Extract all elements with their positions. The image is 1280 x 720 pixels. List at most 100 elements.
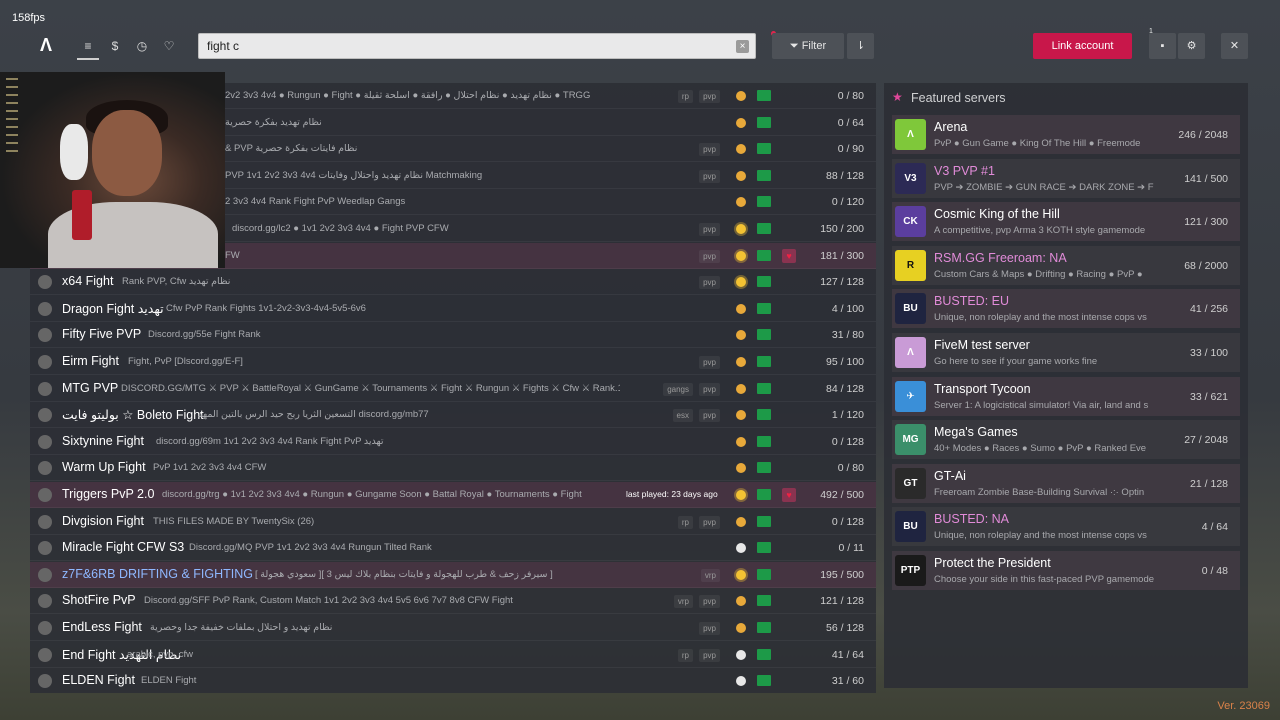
server-row[interactable]: Divgision Fight THIS FILES MADE BY Twenty… <box>30 509 876 535</box>
gear-icon: ⚙ <box>1186 40 1197 52</box>
server-row[interactable]: ELDEN Fight ELDEN Fight 31 / 60 <box>30 668 876 693</box>
heart-icon[interactable]: ♡ <box>159 36 179 56</box>
locale-flag-icon <box>757 462 771 474</box>
server-logo-icon <box>38 275 52 290</box>
player-count: 0 / 80 <box>837 462 864 475</box>
server-row[interactable]: Fifty Five PVP Discord.gg/55e Fight Rank 3… <box>30 322 876 349</box>
filter-icon: ⏷ <box>789 40 799 52</box>
featured-server-card[interactable]: V3 V3 PVP #1 PVP ➔ ZOMBIE ➔ GUN RACE ➔ DAR… <box>892 158 1240 198</box>
locale-flag-icon <box>757 622 771 633</box>
fps-counter: 158fps <box>12 12 46 24</box>
locale-flag-icon <box>757 329 771 341</box>
server-tag: pvp <box>699 90 720 103</box>
server-logo-icon <box>38 488 52 502</box>
server-description: Cfw PvP Rank Fights 1v1-2v2-3v3-4v4-5v5-… <box>166 302 366 314</box>
dollar-icon[interactable]: $ <box>105 36 125 56</box>
featured-server-logo-icon: V3 <box>895 162 926 194</box>
server-type-icon <box>736 623 746 633</box>
player-count: 492 / 500 <box>820 489 864 501</box>
list-icon[interactable]: ≡ <box>78 36 98 56</box>
close-button[interactable]: ✕ <box>1221 33 1248 59</box>
server-row[interactable]: z7F&6RB DRIFTING & FIGHTING[ سعودي هجولة… <box>30 561 876 588</box>
featured-player-count: 33 / 621 <box>1190 390 1228 403</box>
server-row[interactable]: Sixtynine Fight discord.gg/69m 1v1 2v2 3v… <box>30 429 876 455</box>
server-tag: pvp <box>699 249 720 263</box>
history-icon[interactable]: ◷ <box>132 36 152 56</box>
featured-server-card[interactable]: ✈ Transport Tycoon Server 1: A logicistica… <box>892 376 1240 416</box>
featured-title: Featured servers <box>911 91 1006 105</box>
server-row[interactable]: End Fight نظام التهديد arabic, pvp, cfw pv… <box>30 642 876 668</box>
favorite-heart-icon[interactable]: ♥ <box>782 488 796 502</box>
server-logo-icon <box>38 381 52 396</box>
featured-server-card[interactable]: BU BUSTED: NA Unique, non roleplay and the… <box>892 507 1240 547</box>
featured-server-description: PVP ➔ ZOMBIE ➔ GUN RACE ➔ DARK ZONE ➔ F <box>934 181 1154 193</box>
link-account-button[interactable]: Link account <box>1033 33 1132 59</box>
last-played-label: last played: 23 days ago <box>626 489 718 499</box>
featured-server-card[interactable]: BU BUSTED: EU Unique, non roleplay and the… <box>892 289 1240 329</box>
server-name: Miracle Fight CFW S3 <box>62 540 185 555</box>
sort-button[interactable]: ⇂ <box>847 33 874 59</box>
server-description: DISCORD.GG/MTG ⚔ PVP ⚔ BattleRoyal ⚔ Gun… <box>121 382 620 394</box>
featured-player-count: 121 / 300 <box>1184 216 1228 229</box>
favorite-heart-icon[interactable]: ♥ <box>782 248 796 263</box>
server-tag: pvp <box>699 276 720 290</box>
locale-flag-icon <box>757 276 771 288</box>
featured-server-card[interactable]: R RSM.GG Freeroam: NA Custom Cars & Maps ●… <box>892 245 1240 285</box>
server-tag: pvp <box>699 622 720 635</box>
server-type-icon <box>736 357 746 367</box>
search-input[interactable]: fight c × <box>198 33 756 59</box>
server-description: FW <box>225 249 240 261</box>
server-row[interactable]: EndLess Fight نظام تهديد و احتلال بملفات … <box>30 615 876 641</box>
server-row[interactable]: x64 Fight Rank PVP, Cfw نظام تهديد pvp 127 … <box>30 269 876 296</box>
server-row[interactable]: ShotFire PvP Discord.gg/SFF PvP Rank, Cus… <box>30 588 876 615</box>
server-logo-icon <box>38 621 52 635</box>
player-count: 0 / 64 <box>837 116 864 129</box>
settings-button[interactable]: ⚙ <box>1178 33 1205 59</box>
server-name: Fifty Five PVP <box>62 327 142 342</box>
server-type-icon <box>736 436 746 447</box>
featured-player-count: 27 / 2048 <box>1184 434 1228 447</box>
server-logo-icon <box>38 408 52 423</box>
server-tag: pvp <box>699 356 720 369</box>
server-description: Discord.gg/SFF PvP Rank, Custom Match 1v… <box>144 595 513 607</box>
server-row[interactable]: بوليتو فايت ☆ Boleto Fight التسعين الثريا… <box>30 402 876 429</box>
server-logo-icon <box>38 594 52 609</box>
server-type-icon <box>736 224 746 234</box>
server-row[interactable]: MTG PVP DISCORD.GG/MTG ⚔ PVP ⚔ BattleRoya… <box>30 376 876 402</box>
featured-server-card[interactable]: Λ Arena PvP ● Gun Game ● King Of The Hill … <box>892 115 1240 154</box>
featured-server-card[interactable]: MG Mega's Games 40+ Modes ● Races ● Sumo ●… <box>892 420 1240 460</box>
server-row[interactable]: Dragon Fight تهديد Cfw PvP Rank Fights 1v… <box>30 296 876 322</box>
server-tag: pvp <box>699 409 720 423</box>
featured-server-card[interactable]: CK Cosmic King of the Hill A competitive, … <box>892 202 1240 242</box>
featured-server-name: GT-Ai <box>934 468 966 483</box>
server-row[interactable]: Triggers PvP 2.0 discord.gg/trg ● 1v1 2v2… <box>30 482 876 508</box>
filter-button[interactable]: ⏷ Filter <box>772 33 844 59</box>
player-count: 84 / 128 <box>826 382 864 395</box>
notifications-button[interactable]: ▪ <box>1149 33 1176 59</box>
server-tag: rp <box>677 648 693 662</box>
server-type-icon <box>736 649 746 660</box>
locale-flag-icon <box>757 196 771 208</box>
server-tag: pvp <box>699 143 720 157</box>
server-name: z7F&6RB DRIFTING & FIGHTING <box>62 566 253 581</box>
app-logo-icon[interactable]: Λ <box>36 35 56 55</box>
server-type-icon <box>736 676 746 687</box>
server-description: THIS FILES MADE BY TwentySix (26) <box>153 515 315 527</box>
server-row[interactable]: Warm Up Fight PvP 1v1 2v2 3v3 4v4 CFW 0 / … <box>30 455 876 482</box>
server-row[interactable]: Eirm Fight Fight, PvP [Dlscord.gg/E-F] pvp… <box>30 349 876 375</box>
player-count: 88 / 128 <box>826 169 864 182</box>
server-type-icon <box>736 303 746 314</box>
server-name: ShotFire PvP <box>62 593 136 608</box>
player-count: 0 / 80 <box>837 90 864 102</box>
featured-server-description: Server 1: A logicistical simulator! Via … <box>934 399 1149 411</box>
featured-server-logo-icon: CK <box>895 206 926 238</box>
server-description: [ سعودي هجولة ][ سيرفر زحف & طرب للهجولة… <box>255 568 553 580</box>
featured-server-card[interactable]: GT GT-Ai Freeroam Zombie Base-Building Sur… <box>892 463 1240 503</box>
clear-search-icon[interactable]: × <box>736 40 749 53</box>
featured-player-count: 33 / 100 <box>1190 347 1228 359</box>
server-description: Discord.gg/55e Fight Rank <box>148 329 261 341</box>
featured-server-card[interactable]: PTP Protect the President Choose your side… <box>892 551 1240 590</box>
featured-server-logo-icon: GT <box>895 467 926 499</box>
server-row[interactable]: Miracle Fight CFW S3 Discord.gg/MQ PVP 1v… <box>30 535 876 562</box>
featured-server-card[interactable]: Λ FiveM test server Go here to see if your… <box>892 333 1240 372</box>
